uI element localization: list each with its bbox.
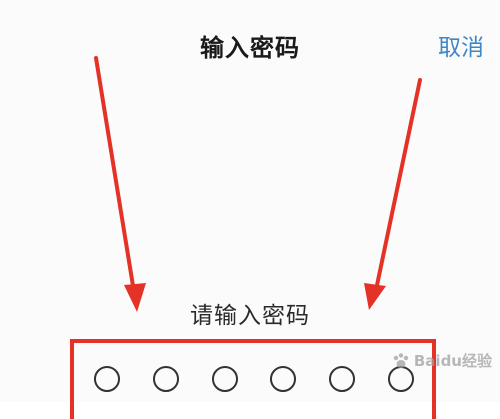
cancel-button[interactable]: 取消 — [438, 28, 484, 62]
passcode-screen: 输入密码 取消 请输入密码 Baidu经验 — [0, 0, 500, 419]
passcode-prompt: 请输入密码 — [190, 303, 310, 329]
passcode-dot — [270, 366, 297, 392]
annotation-arrow-right — [364, 78, 422, 310]
page-title: 输入密码 — [200, 34, 300, 62]
passcode-dot — [152, 366, 179, 392]
passcode-dot — [94, 366, 120, 392]
passcode-dot — [329, 366, 356, 392]
watermark: Baidu经验 — [392, 350, 492, 371]
watermark-text: Baidu经验 — [413, 352, 492, 370]
annotation-arrow-left — [94, 56, 146, 312]
passcode-input[interactable] — [94, 366, 414, 392]
passcode-dot — [211, 366, 238, 392]
paw-icon — [393, 352, 409, 368]
